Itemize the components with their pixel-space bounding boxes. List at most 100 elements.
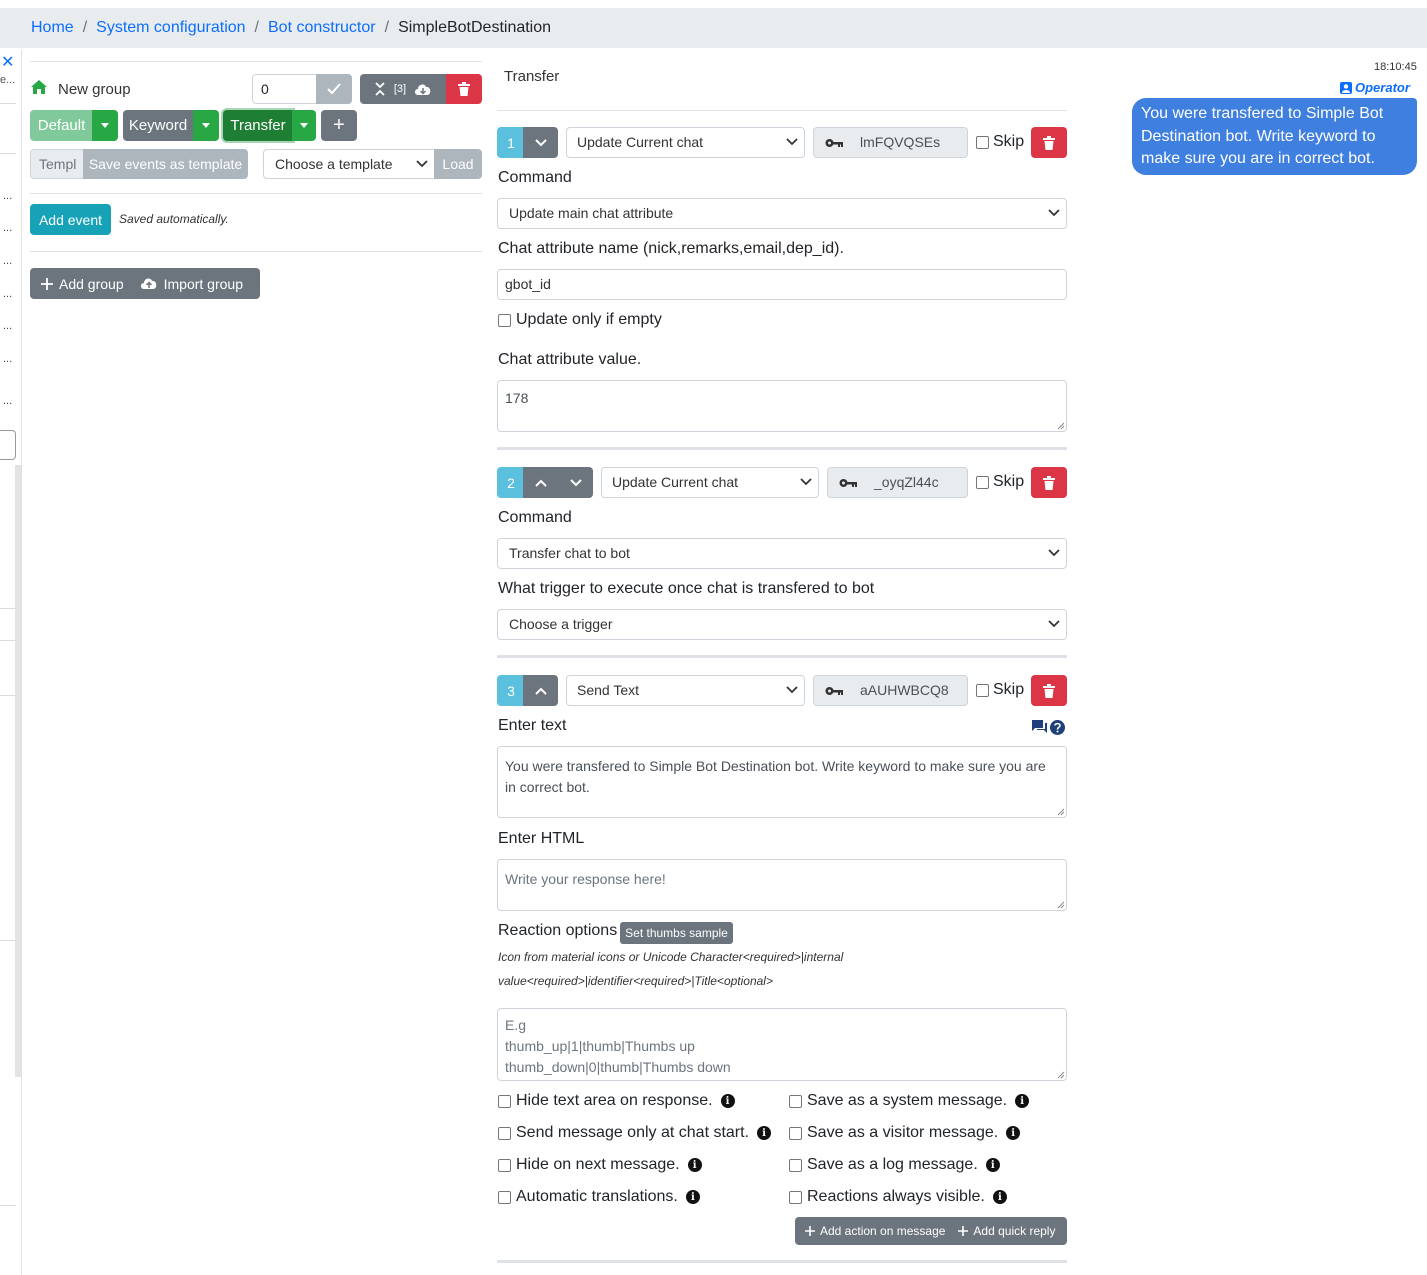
- delete-action-button[interactable]: [1031, 675, 1067, 706]
- truncated-item[interactable]: ...: [3, 320, 12, 332]
- tab-keyword-dropdown[interactable]: [193, 110, 219, 141]
- group-tools-button[interactable]: [3]: [360, 74, 446, 104]
- info-icon[interactable]: i: [992, 1190, 1007, 1204]
- option-reactions-always-visible[interactable]: Reactions always visible. i: [789, 1188, 1007, 1206]
- trigger-select[interactable]: Choose a trigger: [497, 609, 1067, 640]
- option-send-at-chat-start[interactable]: Send message only at chat start. i: [498, 1124, 772, 1142]
- tab-transfer[interactable]: Transfer: [223, 110, 293, 141]
- message-text-input[interactable]: You were transfered to Simple Bot Destin…: [497, 746, 1067, 818]
- info-icon[interactable]: i: [1006, 1126, 1021, 1140]
- truncated-item[interactable]: ...: [3, 353, 12, 365]
- action-id-field[interactable]: _oyqZl44c: [866, 467, 968, 498]
- option-label: Save as a system message.: [807, 1092, 1008, 1109]
- option-save-log-message[interactable]: Save as a log message. i: [789, 1156, 1000, 1174]
- move-down-button[interactable]: [523, 127, 558, 158]
- resize-handle-icon[interactable]: [1056, 807, 1065, 816]
- delete-action-button[interactable]: [1031, 127, 1067, 158]
- move-down-button[interactable]: [558, 467, 593, 498]
- delete-group-button[interactable]: [446, 74, 482, 104]
- action-type-select[interactable]: Update Current chat: [566, 127, 805, 158]
- template-select-value: Choose a template: [275, 156, 393, 172]
- chevron-down-icon: [534, 138, 547, 146]
- checkbox[interactable]: [976, 135, 989, 149]
- info-icon[interactable]: i: [1015, 1094, 1030, 1108]
- checkbox[interactable]: [789, 1094, 802, 1108]
- checkbox[interactable]: [498, 1158, 511, 1172]
- option-save-system-message[interactable]: Save as a system message. i: [789, 1092, 1030, 1110]
- group-position-input[interactable]: 0: [252, 74, 317, 104]
- add-event-button[interactable]: Add event: [30, 204, 111, 235]
- template-select[interactable]: Choose a template: [263, 149, 435, 179]
- move-up-button[interactable]: [523, 467, 558, 498]
- add-quick-reply-button[interactable]: Add quick reply: [945, 1224, 1055, 1238]
- add-action-on-message-button[interactable]: Add action on message: [795, 1224, 945, 1238]
- checkbox[interactable]: [789, 1126, 802, 1140]
- attribute-name-input[interactable]: gbot_id: [497, 269, 1067, 300]
- scrollbar[interactable]: [15, 465, 21, 1077]
- update-only-if-empty[interactable]: Update only if empty: [498, 311, 662, 329]
- move-up-button[interactable]: [523, 675, 558, 706]
- truncated-input[interactable]: [0, 430, 16, 460]
- resize-handle-icon[interactable]: [1056, 1070, 1065, 1079]
- reaction-placeholder-line: thumb_down|0|thumb|Thumbs down: [505, 1059, 731, 1075]
- skip-checkbox[interactable]: Skip: [976, 473, 1024, 491]
- checkbox[interactable]: [498, 313, 511, 327]
- breadcrumb-bot-constructor[interactable]: Bot constructor: [268, 19, 376, 37]
- chat-icon[interactable]: [1032, 720, 1048, 735]
- skip-checkbox[interactable]: Skip: [976, 133, 1024, 151]
- attribute-value-input[interactable]: 178: [497, 380, 1067, 432]
- checkbox[interactable]: [789, 1158, 802, 1172]
- checkbox[interactable]: [976, 475, 989, 489]
- checkbox[interactable]: [498, 1190, 511, 1204]
- tab-default-dropdown[interactable]: [92, 110, 118, 141]
- info-icon[interactable]: i: [985, 1158, 1000, 1172]
- command-select[interactable]: Transfer chat to bot: [497, 538, 1067, 569]
- add-action-label: Add action on message: [820, 1224, 946, 1238]
- save-events-template-button[interactable]: Save events as template: [83, 149, 248, 179]
- resize-handle-icon[interactable]: [1056, 421, 1065, 430]
- truncated-item[interactable]: ...: [3, 395, 12, 407]
- close-icon[interactable]: ✕: [1, 52, 14, 72]
- delete-action-button[interactable]: [1031, 467, 1067, 498]
- reaction-options-input[interactable]: E.g thumb_up|1|thumb|Thumbs up thumb_dow…: [497, 1008, 1067, 1081]
- tab-default[interactable]: Default: [30, 110, 93, 141]
- group-name[interactable]: New group: [58, 81, 131, 98]
- option-hide-text-area[interactable]: Hide text area on response. i: [498, 1092, 735, 1110]
- action-id-field[interactable]: lmFQVQSEs: [852, 127, 968, 158]
- truncated-item[interactable]: ...: [3, 255, 12, 267]
- skip-checkbox[interactable]: Skip: [976, 681, 1024, 699]
- add-tab-button[interactable]: +: [321, 110, 357, 141]
- truncated-item[interactable]: ...: [3, 288, 12, 300]
- tab-keyword[interactable]: Keyword: [123, 110, 193, 141]
- info-icon[interactable]: i: [757, 1126, 772, 1140]
- resize-handle-icon[interactable]: [1056, 900, 1065, 909]
- action-id-field[interactable]: aAUHWBCQ8: [852, 675, 968, 706]
- info-icon[interactable]: i: [720, 1094, 735, 1108]
- action-type-select[interactable]: Update Current chat: [601, 467, 819, 498]
- html-input[interactable]: Write your response here!: [497, 859, 1067, 911]
- breadcrumb-home[interactable]: Home: [31, 19, 74, 37]
- add-group-button[interactable]: Add group: [30, 276, 124, 292]
- option-hide-on-next[interactable]: Hide on next message. i: [498, 1156, 702, 1174]
- truncated-item[interactable]: ...: [3, 222, 12, 234]
- checkbox[interactable]: [789, 1190, 802, 1204]
- info-icon[interactable]: i: [687, 1158, 702, 1172]
- import-group-button[interactable]: Import group: [124, 276, 243, 292]
- load-template-button[interactable]: Load: [434, 149, 482, 179]
- option-save-visitor-message[interactable]: Save as a visitor message. i: [789, 1124, 1021, 1142]
- save-group-button[interactable]: [316, 74, 352, 104]
- template-name-input[interactable]: Templ: [30, 149, 84, 179]
- set-thumbs-sample-button[interactable]: Set thumbs sample: [620, 922, 733, 944]
- action-type-select[interactable]: Send Text: [566, 675, 805, 706]
- breadcrumb-system-configuration[interactable]: System configuration: [96, 19, 245, 37]
- checkbox[interactable]: [498, 1094, 511, 1108]
- checkbox[interactable]: [498, 1126, 511, 1140]
- tab-transfer-dropdown[interactable]: [292, 110, 316, 141]
- option-automatic-translations[interactable]: Automatic translations. i: [498, 1188, 700, 1206]
- command-select[interactable]: Update main chat attribute: [497, 198, 1067, 229]
- help-icon[interactable]: [1050, 720, 1065, 735]
- truncated-item[interactable]: ...: [3, 190, 12, 202]
- enter-html-label: Enter HTML: [498, 830, 585, 847]
- checkbox[interactable]: [976, 683, 989, 697]
- info-icon[interactable]: i: [685, 1190, 700, 1204]
